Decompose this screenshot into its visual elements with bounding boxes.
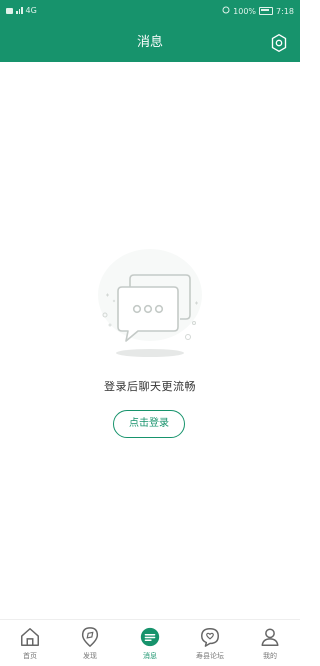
clock-time: 7:18	[276, 6, 294, 16]
message-icon	[140, 627, 160, 647]
gear-icon	[271, 34, 287, 52]
alarm-icon	[222, 6, 230, 16]
home-icon	[21, 628, 39, 646]
page-title: 消息	[136, 35, 163, 50]
tab-home[interactable]: 首页	[0, 620, 60, 666]
signal-icon	[16, 7, 23, 14]
tab-bar: 首页 发现 消息 寿县论坛 我的	[0, 619, 300, 666]
profile-icon	[261, 628, 279, 646]
discover-icon	[81, 627, 99, 647]
status-bar: 4G 100% 7:18	[0, 0, 300, 24]
tab-messages-label: 消息	[143, 652, 157, 660]
network-type: 4G	[25, 6, 37, 15]
battery-icon	[259, 7, 274, 15]
empty-state-message: 登录后聊天更流畅	[104, 380, 196, 393]
empty-chat-illustration	[92, 245, 208, 365]
battery-percent: 100%	[233, 6, 257, 16]
chat-bubbles-icon	[98, 249, 202, 357]
tab-discover[interactable]: 发现	[60, 620, 120, 666]
status-left: 4G	[6, 6, 37, 15]
tab-messages[interactable]: 消息	[120, 620, 180, 666]
tab-profile-label: 我的	[263, 652, 277, 660]
forum-icon	[201, 628, 219, 647]
tab-profile[interactable]: 我的	[240, 620, 300, 666]
tab-home-label: 首页	[23, 652, 37, 660]
tab-discover-label: 发现	[83, 652, 97, 660]
settings-button[interactable]	[266, 30, 292, 56]
login-button[interactable]: 点击登录	[113, 410, 185, 438]
tab-forum-label: 寿县论坛	[196, 652, 224, 660]
status-right: 100% 7:18	[222, 6, 294, 16]
notification-icon	[6, 7, 13, 14]
header: 消息	[0, 24, 300, 62]
tab-forum[interactable]: 寿县论坛	[180, 620, 240, 666]
